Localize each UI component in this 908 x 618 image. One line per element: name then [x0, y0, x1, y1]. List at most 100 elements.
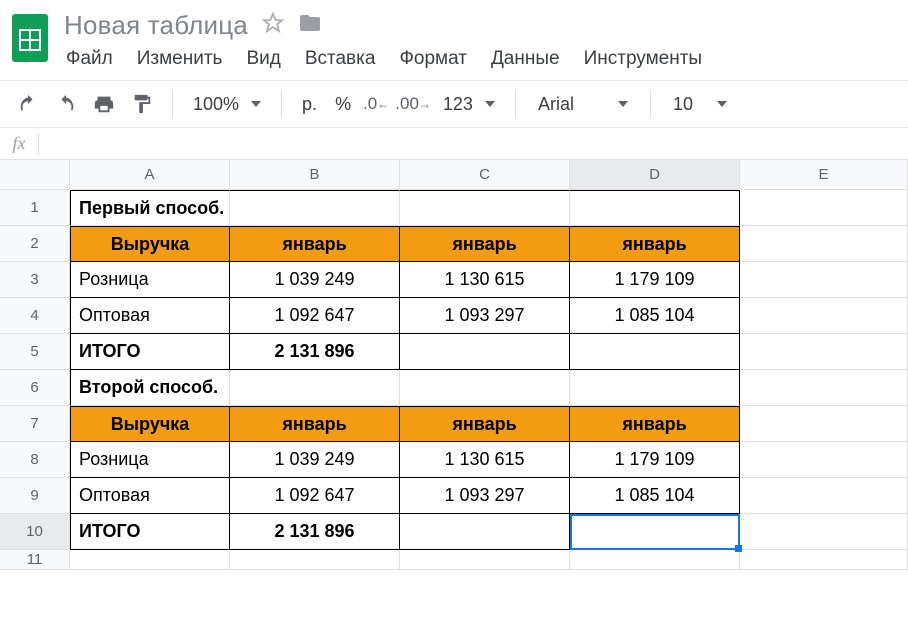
- cell[interactable]: январь: [570, 226, 740, 262]
- cell[interactable]: [400, 550, 570, 570]
- cell[interactable]: 1 179 109: [570, 442, 740, 478]
- cell[interactable]: [570, 514, 740, 550]
- row-header[interactable]: 4: [0, 298, 69, 334]
- cell[interactable]: [740, 406, 908, 442]
- cell[interactable]: Второй способ.: [70, 370, 230, 406]
- col-header-D[interactable]: D: [570, 160, 740, 189]
- menu-edit[interactable]: Изменить: [137, 48, 223, 70]
- zoom-select[interactable]: 100%: [187, 94, 267, 115]
- cell[interactable]: 1 085 104: [570, 298, 740, 334]
- row-header[interactable]: 1: [0, 190, 69, 226]
- row-header[interactable]: 11: [0, 550, 69, 570]
- font-family-select[interactable]: Arial: [530, 94, 636, 115]
- cell[interactable]: [740, 298, 908, 334]
- menu-file[interactable]: Файл: [66, 48, 113, 70]
- row-header[interactable]: 5: [0, 334, 69, 370]
- cell[interactable]: [230, 370, 400, 406]
- menu-insert[interactable]: Вставка: [305, 48, 376, 70]
- cell[interactable]: Выручка: [70, 226, 230, 262]
- cell[interactable]: [740, 190, 908, 226]
- cell[interactable]: [570, 550, 740, 570]
- decrease-decimal-icon[interactable]: .0←: [363, 88, 389, 120]
- cell[interactable]: [740, 550, 908, 570]
- cell[interactable]: 1 093 297: [400, 298, 570, 334]
- cell[interactable]: 1 085 104: [570, 478, 740, 514]
- cell[interactable]: [740, 514, 908, 550]
- cell[interactable]: [740, 442, 908, 478]
- chevron-down-icon: [251, 101, 261, 107]
- star-icon[interactable]: [262, 12, 284, 39]
- cell[interactable]: ИТОГО: [70, 334, 230, 370]
- cell[interactable]: Оптовая: [70, 298, 230, 334]
- cells-area[interactable]: Первый способ. Выручка январь январь янв…: [70, 190, 908, 570]
- row-header[interactable]: 8: [0, 442, 69, 478]
- cell[interactable]: 1 179 109: [570, 262, 740, 298]
- paint-format-icon[interactable]: [126, 88, 158, 120]
- cell[interactable]: [230, 550, 400, 570]
- cell[interactable]: [400, 514, 570, 550]
- cell[interactable]: [570, 334, 740, 370]
- row-header[interactable]: 10: [0, 514, 69, 550]
- doc-title[interactable]: Новая таблица: [64, 10, 248, 41]
- cell[interactable]: [400, 370, 570, 406]
- cell[interactable]: 1 039 249: [230, 442, 400, 478]
- col-header-B[interactable]: B: [230, 160, 400, 189]
- cell[interactable]: 1 039 249: [230, 262, 400, 298]
- menu-view[interactable]: Вид: [246, 48, 280, 70]
- row-header[interactable]: 6: [0, 370, 69, 406]
- cell[interactable]: январь: [400, 226, 570, 262]
- menu-data[interactable]: Данные: [491, 48, 560, 70]
- format-percent[interactable]: %: [329, 94, 357, 115]
- undo-icon[interactable]: [12, 88, 44, 120]
- format-currency[interactable]: р.: [296, 94, 323, 115]
- cell[interactable]: [570, 370, 740, 406]
- cell[interactable]: 1 130 615: [400, 442, 570, 478]
- cell[interactable]: январь: [230, 226, 400, 262]
- row-header[interactable]: 3: [0, 262, 69, 298]
- cell[interactable]: 2 131 896: [230, 334, 400, 370]
- col-header-E[interactable]: E: [740, 160, 908, 189]
- cell[interactable]: январь: [570, 406, 740, 442]
- cell[interactable]: [570, 190, 740, 226]
- cell[interactable]: Оптовая: [70, 478, 230, 514]
- cell[interactable]: [740, 226, 908, 262]
- row-header[interactable]: 2: [0, 226, 69, 262]
- cell[interactable]: [230, 190, 400, 226]
- redo-icon[interactable]: [50, 88, 82, 120]
- cell[interactable]: [400, 334, 570, 370]
- cell[interactable]: [740, 370, 908, 406]
- print-icon[interactable]: [88, 88, 120, 120]
- cell[interactable]: [70, 550, 230, 570]
- row-header[interactable]: 9: [0, 478, 69, 514]
- separator: [172, 91, 173, 117]
- row-headers: 1 2 3 4 5 6 7 8 9 10 11: [0, 190, 70, 570]
- increase-decimal-icon[interactable]: .00→: [395, 88, 431, 120]
- cell[interactable]: Розница: [70, 262, 230, 298]
- cell[interactable]: 1 130 615: [400, 262, 570, 298]
- cell[interactable]: [740, 262, 908, 298]
- menu-format[interactable]: Формат: [399, 48, 467, 70]
- row-header[interactable]: 7: [0, 406, 69, 442]
- folder-icon[interactable]: [298, 11, 322, 40]
- cell[interactable]: [740, 478, 908, 514]
- cell[interactable]: [740, 334, 908, 370]
- cell[interactable]: 1 092 647: [230, 298, 400, 334]
- formula-input[interactable]: [39, 128, 908, 159]
- cell[interactable]: [400, 190, 570, 226]
- cell[interactable]: январь: [230, 406, 400, 442]
- menu-tools[interactable]: Инструменты: [584, 48, 702, 70]
- cell[interactable]: январь: [400, 406, 570, 442]
- number-format-select[interactable]: 123: [437, 94, 501, 115]
- select-all-corner[interactable]: [0, 160, 70, 189]
- cell[interactable]: 2 131 896: [230, 514, 400, 550]
- col-header-A[interactable]: A: [70, 160, 230, 189]
- cell[interactable]: 1 093 297: [400, 478, 570, 514]
- cell[interactable]: Первый способ.: [70, 190, 230, 226]
- cell[interactable]: Розница: [70, 442, 230, 478]
- col-header-C[interactable]: C: [400, 160, 570, 189]
- font-size-select[interactable]: 10: [665, 94, 735, 115]
- cell[interactable]: ИТОГО: [70, 514, 230, 550]
- separator: [515, 91, 516, 117]
- cell[interactable]: 1 092 647: [230, 478, 400, 514]
- cell[interactable]: Выручка: [70, 406, 230, 442]
